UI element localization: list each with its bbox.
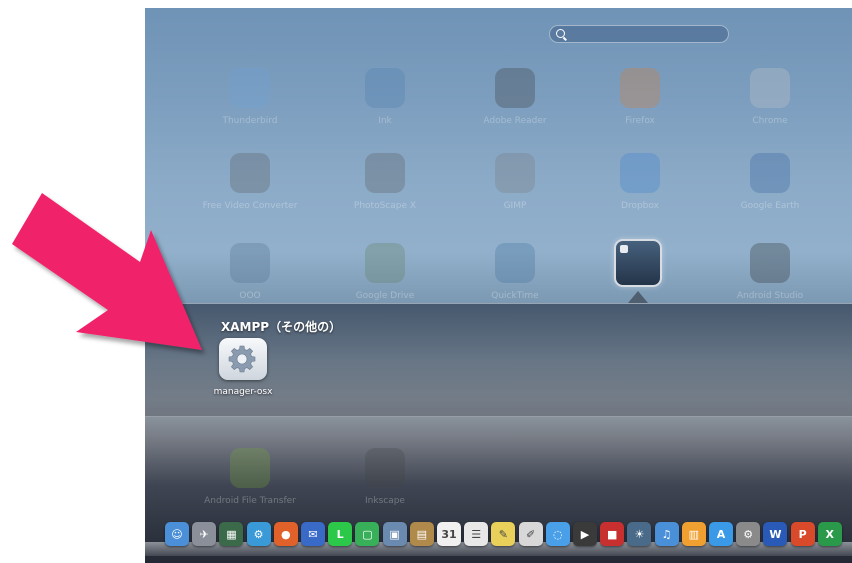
pink-arrow-annotation — [12, 193, 202, 350]
